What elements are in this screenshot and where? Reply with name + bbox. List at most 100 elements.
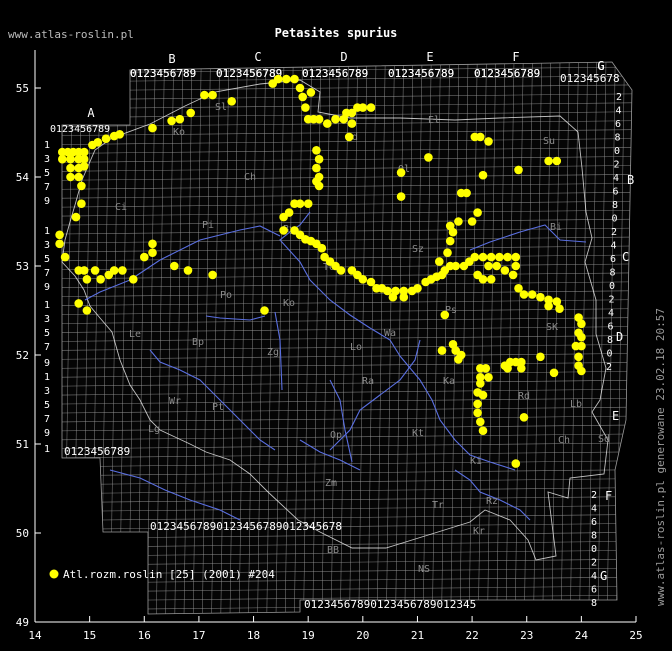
region-label-ko: Ko: [283, 298, 295, 309]
x-tick-label: 15: [83, 629, 96, 642]
occurrence-point: [186, 108, 195, 118]
occurrence-point: [478, 275, 488, 284]
region-label-lg: Lg: [148, 424, 160, 435]
occurrence-point: [82, 306, 92, 315]
occurrence-point: [74, 299, 83, 308]
occurrence-point: [508, 270, 518, 280]
grid-row-digit: 7: [44, 182, 50, 193]
site-url[interactable]: www.atlas-roslin.pl: [8, 28, 134, 41]
grid-col-digit: 4: [616, 106, 622, 117]
region-label-op: Op: [330, 430, 342, 441]
grid-row-digit: 1: [44, 140, 50, 151]
region-label-lo: Lo: [350, 342, 362, 353]
grid-col-digit: 4: [611, 241, 617, 252]
occurrence-point: [500, 266, 510, 275]
grid-digits-top: 0123456789: [474, 67, 540, 80]
region-label-ra: Ra: [362, 376, 374, 387]
region-label-el: El: [428, 115, 440, 126]
occurrence-point: [476, 417, 485, 427]
legend: Atl.rozm.roslin [25] (2001) #204: [49, 568, 275, 581]
occurrence-point: [388, 292, 398, 302]
grid-col-digit: 4: [613, 173, 619, 184]
occurrence-point: [101, 134, 111, 143]
occurrence-point: [129, 275, 138, 284]
occurrence-point: [552, 156, 562, 166]
grid-row-digit: 3: [44, 386, 50, 397]
occurrence-point: [478, 426, 488, 436]
grid-digits-top: 0123456789: [388, 67, 454, 80]
y-tick-label: 55: [16, 82, 29, 95]
grid-row-digit: 3: [44, 240, 50, 251]
occurrence-point: [577, 332, 586, 342]
occurrence-point: [451, 261, 461, 271]
occurrence-point: [484, 261, 493, 271]
occurrence-point: [424, 153, 433, 162]
occurrence-point: [79, 266, 89, 275]
grid-col-digit: 2: [616, 92, 622, 103]
occurrence-point: [314, 154, 324, 164]
occurrence-point: [347, 119, 357, 128]
occurrence-point: [175, 114, 185, 124]
region-label-zm: Zm: [325, 478, 337, 489]
grid-row-digit: 1: [44, 372, 50, 383]
grid-col-digit: 6: [591, 585, 597, 596]
grid-row-digit: 9: [44, 428, 50, 439]
occurrence-point: [555, 304, 564, 314]
occurrence-point: [358, 103, 368, 112]
y-tick-label: 54: [16, 171, 30, 184]
x-tick-label: 25: [629, 629, 642, 642]
occurrence-point: [503, 364, 512, 373]
grid-col-digit: 6: [608, 322, 614, 333]
region-label-lb: Lb: [570, 399, 582, 410]
region-label-ki: Ki: [470, 456, 482, 467]
occurrence-point: [118, 266, 127, 275]
grid-col-digit: 4: [591, 504, 597, 515]
grid-letter-a: A: [87, 106, 95, 120]
y-tick-label: 51: [16, 438, 29, 451]
occurrence-point: [323, 119, 332, 128]
occurrence-point: [170, 261, 179, 271]
grid-col-digit: 2: [609, 295, 615, 306]
region-label-rz: Rz: [486, 496, 498, 507]
x-tick-label: 22: [465, 629, 478, 642]
grid-digits-bottom-b: 01234567890123456789012345678: [150, 520, 342, 533]
occurrence-point: [79, 162, 89, 171]
y-tick-label: 53: [16, 260, 29, 273]
occurrence-point: [58, 154, 67, 164]
occurrence-point: [511, 252, 521, 262]
x-tick-label: 21: [411, 629, 424, 642]
occurrence-point: [282, 74, 291, 84]
grid-row-digit: 1: [44, 300, 50, 311]
occurrence-point: [492, 261, 502, 271]
region-label-wr: Wr: [169, 396, 181, 407]
region-label-wa: Wa: [384, 328, 396, 339]
grid-row-digit: 7: [44, 268, 50, 279]
occurrence-point: [290, 199, 299, 208]
occurrence-point: [312, 146, 321, 155]
occurrence-point: [536, 292, 545, 302]
region-label-tr: Tr: [432, 500, 444, 511]
region-label-le: Le: [129, 329, 141, 340]
grid-digits-bottom-a: 0123456789: [64, 445, 130, 458]
occurrence-point: [317, 243, 327, 253]
occurrence-point: [495, 252, 504, 262]
grid-col-digit: 8: [591, 531, 597, 542]
grid-row-digit: 5: [44, 328, 50, 339]
occurrence-point: [148, 248, 157, 257]
occurrence-point: [279, 212, 288, 222]
grid-col-digit: 0: [614, 146, 620, 157]
grid-col-digit: 0: [612, 214, 618, 225]
y-tick-label: 49: [16, 616, 29, 629]
occurrence-point: [448, 227, 458, 237]
region-label-ko: Ko: [173, 127, 185, 138]
occurrence-point: [77, 199, 86, 208]
occurrence-point: [295, 83, 305, 93]
grid-col-digit: 2: [606, 362, 612, 373]
occurrence-point: [331, 114, 340, 124]
occurrence-point: [115, 130, 124, 139]
x-tick-label: 23: [520, 629, 533, 642]
generation-credit: www.atlas-roslin.pl generowane 23.02.18 …: [654, 308, 667, 606]
occurrence-point: [574, 352, 583, 362]
grid-letter-right-e: E: [612, 409, 619, 423]
occurrence-point: [399, 292, 409, 302]
